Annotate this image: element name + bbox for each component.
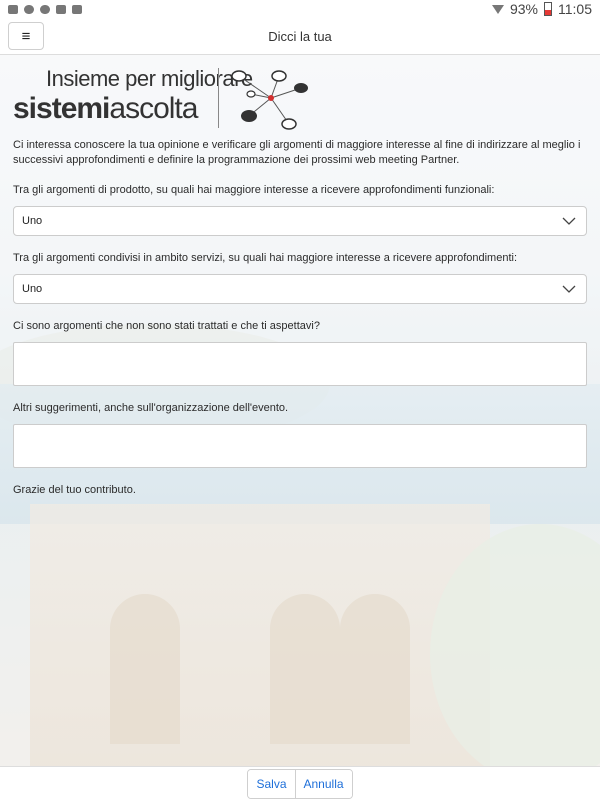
notification-icons bbox=[8, 4, 82, 14]
save-button[interactable]: Salva bbox=[248, 770, 295, 798]
page-title: Dicci la tua bbox=[268, 28, 332, 44]
question-1-label: Tra gli argomenti di prodotto, su quali … bbox=[13, 184, 495, 196]
intro-text: Ci interessa conoscere la tua opinione e… bbox=[13, 139, 581, 166]
cancel-button[interactable]: Annulla bbox=[294, 770, 352, 798]
menu-button[interactable]: ≡ bbox=[8, 22, 44, 50]
photo-icon bbox=[8, 4, 18, 14]
status-bar: 93% 11:05 bbox=[0, 0, 600, 18]
wifi-icon bbox=[491, 4, 504, 14]
question-4-label: Altri suggerimenti, anche sull'organizza… bbox=[13, 402, 289, 414]
product-topics-select[interactable]: Uno bbox=[13, 206, 587, 236]
network-speech-bubbles-icon bbox=[231, 70, 308, 130]
clock: 11:05 bbox=[558, 1, 592, 17]
missing-topics-input[interactable] bbox=[13, 342, 587, 386]
select-value: Uno bbox=[22, 215, 43, 227]
hamburger-menu-icon: ≡ bbox=[21, 27, 31, 45]
question-3-label: Ci sono argomenti che non sono stati tra… bbox=[13, 320, 320, 332]
question-2-label: Tra gli argomenti condivisi in ambito se… bbox=[13, 252, 517, 264]
action-button-group: Salva Annulla bbox=[247, 769, 353, 799]
battery-icon bbox=[544, 2, 552, 16]
briefcase-icon bbox=[72, 4, 82, 14]
service-topics-select[interactable]: Uno bbox=[13, 274, 587, 304]
cloud-icon bbox=[24, 4, 34, 14]
chevron-down-icon bbox=[562, 285, 576, 293]
chevron-down-icon bbox=[562, 217, 576, 225]
logo: Insieme per migliorare sistemiascolta bbox=[13, 66, 313, 134]
app-header: ≡ Dicci la tua bbox=[0, 18, 600, 55]
select-value: Uno bbox=[22, 283, 43, 295]
battery-percent: 93% bbox=[509, 1, 538, 17]
thanks-text: Grazie del tuo contributo. bbox=[13, 484, 136, 496]
form-content: Insieme per migliorare sistemiascolta Ci… bbox=[0, 54, 600, 766]
footer-bar: Salva Annulla bbox=[0, 766, 600, 801]
suggestions-input[interactable] bbox=[13, 424, 587, 468]
cloud-icon bbox=[40, 4, 50, 14]
briefcase-icon bbox=[56, 4, 66, 14]
logo-wordmark: sistemiascolta bbox=[13, 92, 198, 125]
